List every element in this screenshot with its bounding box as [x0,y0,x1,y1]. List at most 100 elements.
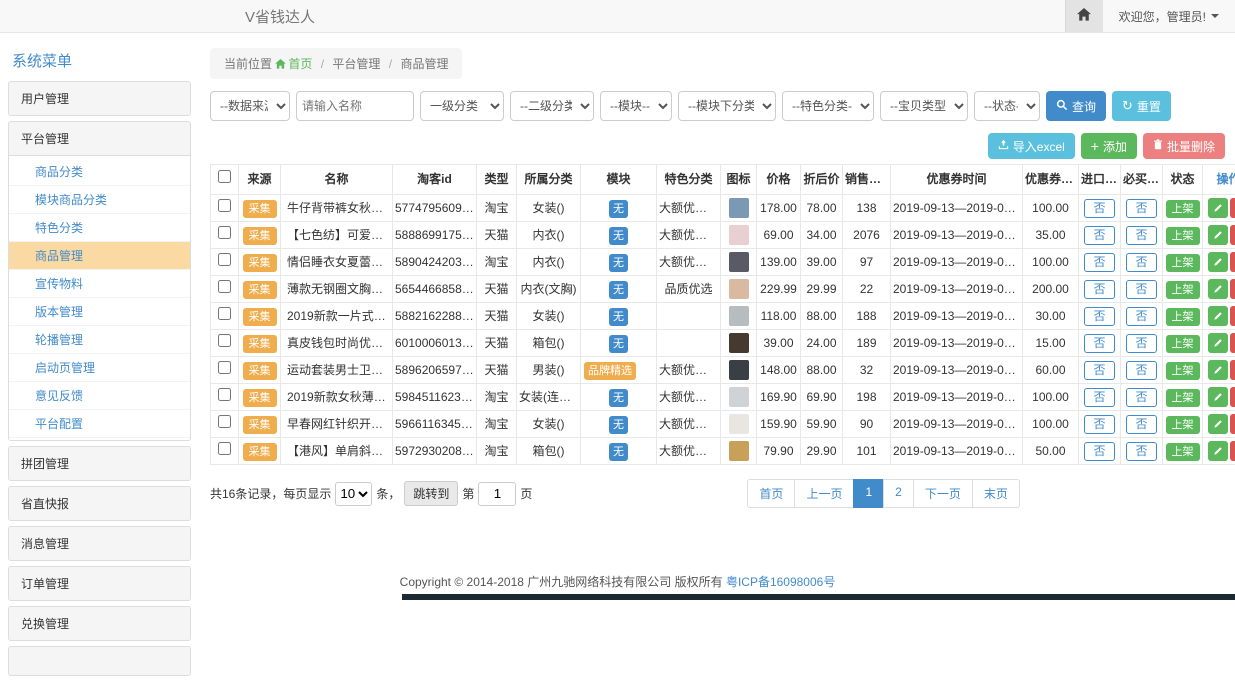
source-tag[interactable]: 采集 [243,362,277,380]
sidebar-item[interactable]: 意见反馈 [9,382,190,410]
sidebar-group-toggle[interactable]: 平台管理 [9,122,190,155]
status-toggle[interactable]: 上架 [1166,335,1200,353]
must-buy-toggle[interactable]: 否 [1126,307,1156,326]
sidebar-item[interactable]: 商品管理 [9,242,190,270]
status-toggle[interactable]: 上架 [1166,254,1200,272]
import-select-toggle[interactable]: 否 [1084,199,1114,218]
sidebar-item[interactable]: 平台配置 [9,410,190,438]
module-tag[interactable]: 无 [609,200,628,218]
sidebar-item[interactable]: 特色分类 [9,214,190,242]
select-all-checkbox[interactable] [218,170,231,183]
page-button[interactable]: 末页 [972,479,1020,508]
status-toggle[interactable]: 上架 [1166,416,1200,434]
source-tag[interactable]: 采集 [243,308,277,326]
status-toggle[interactable]: 上架 [1166,362,1200,380]
row-checkbox[interactable] [218,280,231,293]
status-toggle[interactable]: 上架 [1166,200,1200,218]
must-buy-toggle[interactable]: 否 [1126,280,1156,299]
source-tag[interactable]: 采集 [243,443,277,461]
breadcrumb-item-platform[interactable]: 平台管理 [332,57,380,71]
edit-button[interactable] [1208,225,1228,245]
sidebar-item[interactable]: 启动页管理 [9,354,190,382]
row-checkbox[interactable] [218,307,231,320]
page-button[interactable]: 下一页 [913,479,973,508]
edit-button[interactable] [1208,414,1228,434]
must-buy-toggle[interactable]: 否 [1126,415,1156,434]
source-tag[interactable]: 采集 [243,389,277,407]
edit-button[interactable] [1208,198,1228,218]
source-tag[interactable]: 采集 [243,335,277,353]
icp-link[interactable]: 粤ICP备16098006号 [726,575,835,589]
status-toggle[interactable]: 上架 [1166,389,1200,407]
row-checkbox[interactable] [218,388,231,401]
feature-select[interactable]: --特色分类-- [782,91,874,121]
delete-button[interactable] [1230,414,1235,434]
sidebar-item[interactable]: 轮播管理 [9,326,190,354]
source-tag[interactable]: 采集 [243,416,277,434]
import-excel-button[interactable]: 导入excel [988,133,1075,159]
status-select[interactable]: --状态-- [974,91,1040,121]
search-button[interactable]: 查询 [1046,91,1106,121]
page-button[interactable]: 1 [853,479,884,508]
sidebar-group-toggle[interactable]: 兑换管理 [9,607,190,640]
must-buy-toggle[interactable]: 否 [1126,226,1156,245]
import-select-toggle[interactable]: 否 [1084,361,1114,380]
source-tag[interactable]: 采集 [243,227,277,245]
sidebar-group-partial[interactable] [8,646,191,676]
sidebar-group-toggle[interactable]: 用户管理 [9,82,190,115]
edit-button[interactable] [1208,360,1228,380]
edit-button[interactable] [1208,387,1228,407]
item-type-select[interactable]: --宝贝类型-- [880,91,968,121]
batch-delete-button[interactable]: 批量删除 [1143,133,1225,159]
home-button[interactable] [1065,0,1103,32]
module-tag[interactable]: 无 [609,227,628,245]
user-menu[interactable]: 欢迎您，管理员! [1103,8,1235,25]
page-button[interactable]: 上一页 [794,479,854,508]
import-select-toggle[interactable]: 否 [1084,334,1114,353]
module-sub-select[interactable]: --模块下分类-- [678,91,776,121]
delete-button[interactable] [1230,333,1235,353]
row-checkbox[interactable] [218,361,231,374]
import-select-toggle[interactable]: 否 [1084,442,1114,461]
module-tag[interactable]: 无 [609,254,628,272]
module-tag[interactable]: 无 [609,416,628,434]
source-tag[interactable]: 采集 [243,281,277,299]
level1-select[interactable]: 一级分类 [420,91,504,121]
add-button[interactable]: + 添加 [1081,133,1137,159]
must-buy-toggle[interactable]: 否 [1126,253,1156,272]
source-tag[interactable]: 采集 [243,254,277,272]
import-select-toggle[interactable]: 否 [1084,415,1114,434]
level2-select[interactable]: --二级分类-- [510,91,594,121]
sidebar-item[interactable]: 宣传物料 [9,270,190,298]
import-select-toggle[interactable]: 否 [1084,307,1114,326]
jump-button[interactable]: 跳转到 [404,481,458,506]
row-checkbox[interactable] [218,334,231,347]
module-tag[interactable]: 品牌精选 [584,362,636,380]
reset-button[interactable]: ↻ 重置 [1112,91,1171,121]
source-select[interactable]: --数据来源-- [210,91,290,121]
sidebar-item[interactable]: 商品分类 [9,158,190,186]
delete-button[interactable] [1230,387,1235,407]
edit-button[interactable] [1208,252,1228,272]
source-tag[interactable]: 采集 [243,200,277,218]
module-tag[interactable]: 无 [609,389,628,407]
row-checkbox[interactable] [218,415,231,428]
sidebar-item[interactable]: 模块商品分类 [9,186,190,214]
row-checkbox[interactable] [218,442,231,455]
page-number-input[interactable] [478,482,516,506]
delete-button[interactable] [1230,360,1235,380]
page-button[interactable]: 2 [883,479,914,508]
status-toggle[interactable]: 上架 [1166,443,1200,461]
status-toggle[interactable]: 上架 [1166,281,1200,299]
delete-button[interactable] [1230,225,1235,245]
delete-button[interactable] [1230,441,1235,461]
import-select-toggle[interactable]: 否 [1084,388,1114,407]
module-tag[interactable]: 无 [609,335,628,353]
module-tag[interactable]: 无 [609,443,628,461]
edit-button[interactable] [1208,333,1228,353]
edit-button[interactable] [1208,279,1228,299]
must-buy-toggle[interactable]: 否 [1126,388,1156,407]
page-size-select[interactable]: 10 [335,482,372,506]
delete-button[interactable] [1230,306,1235,326]
import-select-toggle[interactable]: 否 [1084,253,1114,272]
